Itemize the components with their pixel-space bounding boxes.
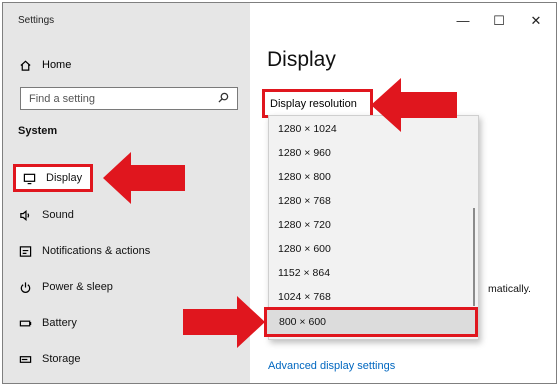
monitor-icon [22, 171, 36, 185]
main-pane: — ☐ ✕ Display Display resolution matical… [250, 3, 556, 383]
sidebar-item-label: Display [46, 172, 83, 184]
home-label: Home [42, 59, 72, 71]
close-button[interactable]: ✕ [529, 13, 543, 29]
resolution-option[interactable]: 1152 × 864 [269, 261, 467, 285]
dropdown-scrollbar[interactable] [473, 208, 475, 306]
speaker-icon [18, 208, 32, 222]
resolution-option[interactable]: 1280 × 960 [269, 141, 467, 165]
power-icon [18, 280, 32, 294]
home-link[interactable]: Home [18, 55, 218, 75]
display-resolution-heading: Display resolution [262, 89, 373, 118]
partial-description: matically. [488, 283, 531, 295]
resolution-option[interactable]: 1280 × 720 [269, 213, 467, 237]
sidebar-item-storage[interactable]: Storage [18, 348, 218, 370]
sidebar-item-sound[interactable]: Sound [18, 204, 218, 226]
home-icon [18, 58, 32, 72]
sidebar-item-label: Storage [42, 353, 81, 365]
maximize-button[interactable]: ☐ [492, 13, 506, 29]
sidebar-item-label: Notifications & actions [42, 245, 151, 257]
section-label-system: System [18, 125, 58, 137]
red-arrow-icon [181, 295, 267, 349]
resolution-dropdown-list: 1280 × 1024 1280 × 960 1280 × 800 1280 ×… [264, 115, 479, 340]
search-icon[interactable] [218, 92, 229, 106]
resolution-option[interactable]: 1280 × 800 [269, 165, 467, 189]
resolution-option[interactable]: 1024 × 768 [269, 285, 467, 309]
sidebar-item-display[interactable]: Display [13, 164, 93, 192]
minimize-button[interactable]: — [456, 13, 470, 28]
settings-window: Settings Home Find a setting System Disp… [2, 2, 557, 384]
storage-icon [18, 352, 32, 366]
search-input[interactable]: Find a setting [20, 87, 238, 110]
resolution-option-selected[interactable]: 800 × 600 [264, 307, 478, 337]
battery-icon [18, 316, 32, 330]
notification-icon [18, 244, 32, 258]
resolution-option[interactable]: 1280 × 600 [269, 237, 467, 261]
sidebar-item-notifications[interactable]: Notifications & actions [18, 240, 218, 262]
red-arrow-icon [369, 77, 459, 133]
sidebar-item-label: Battery [42, 317, 77, 329]
sidebar-item-label: Sound [42, 209, 74, 221]
page-title: Display [267, 48, 336, 71]
search-placeholder: Find a setting [29, 92, 96, 105]
resolution-option[interactable]: 1280 × 768 [269, 189, 467, 213]
advanced-display-settings-link[interactable]: Advanced display settings [268, 360, 395, 372]
red-arrow-icon [101, 151, 187, 205]
window-title: Settings [18, 15, 55, 26]
sidebar-item-label: Power & sleep [42, 281, 113, 293]
